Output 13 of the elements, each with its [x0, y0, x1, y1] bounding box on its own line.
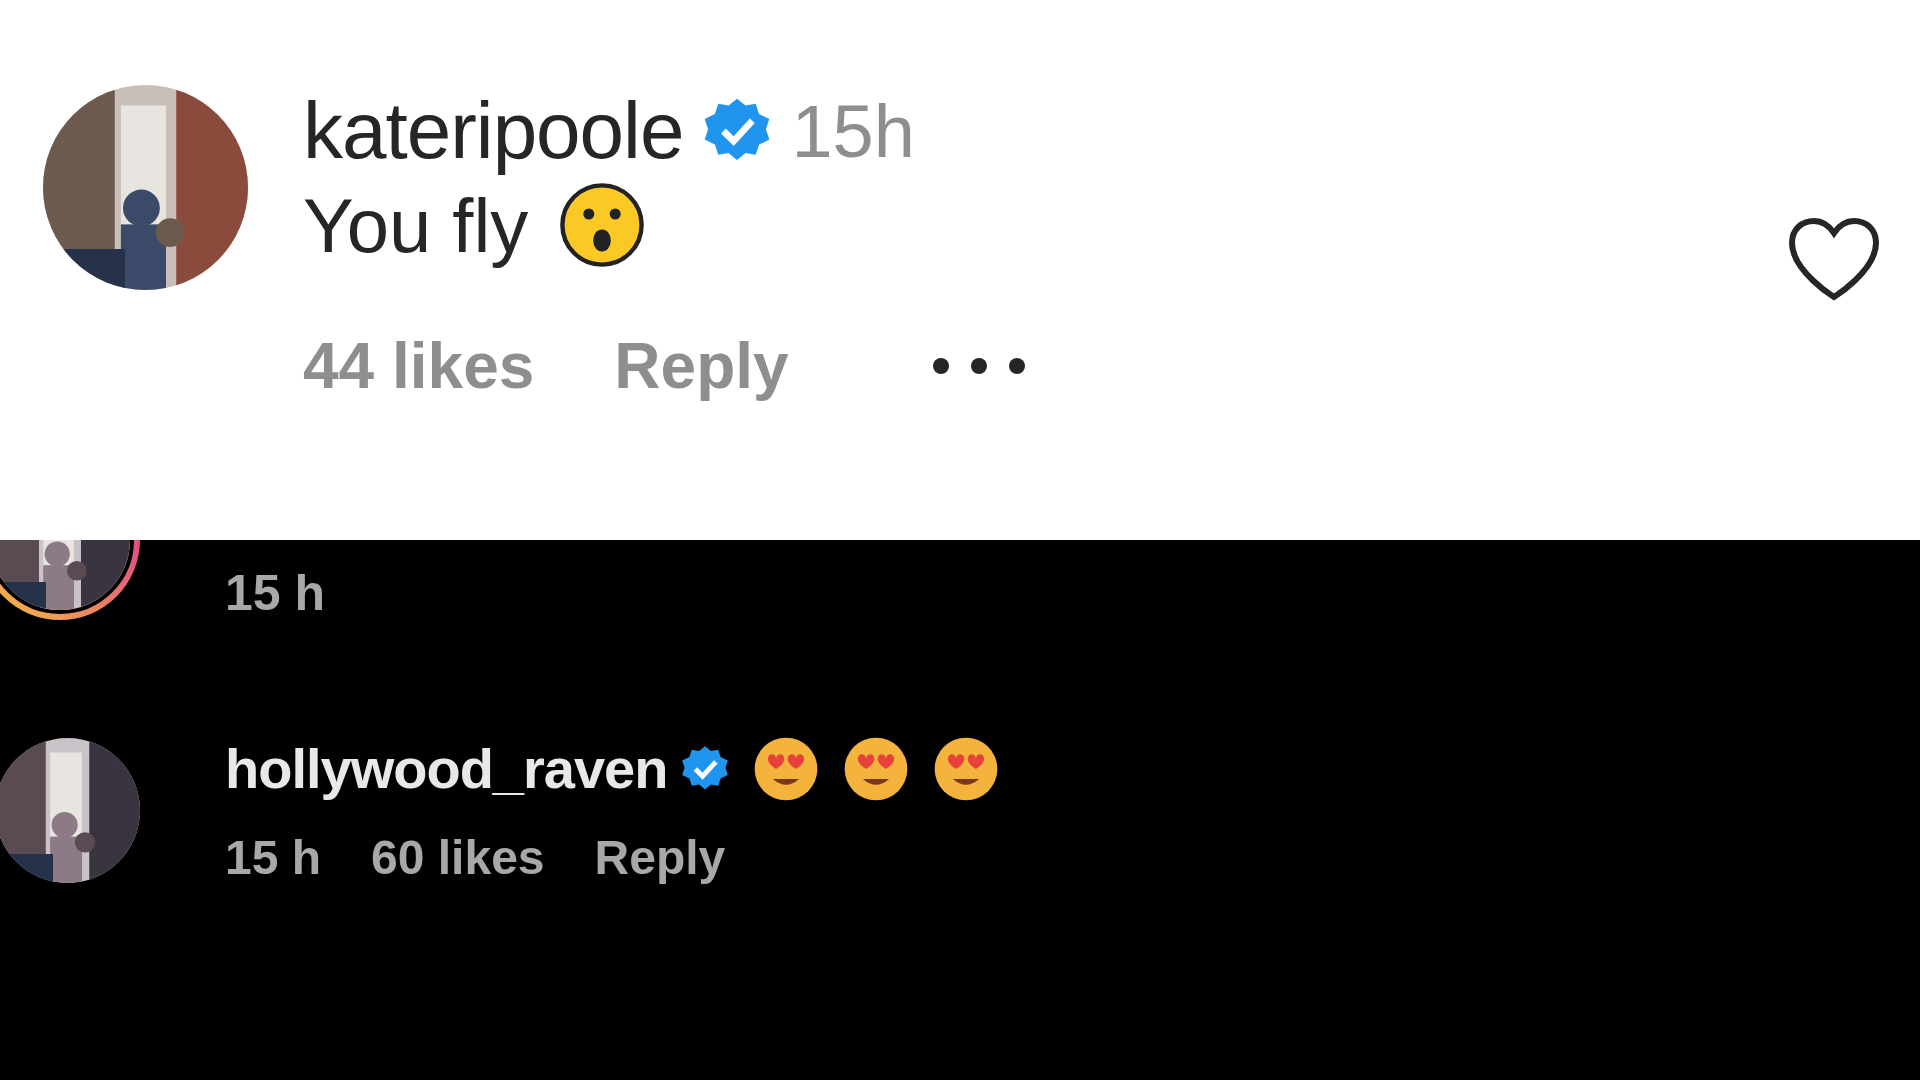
heart-eyes-face-icon [753, 735, 820, 802]
timestamp: 15h [791, 88, 915, 174]
timestamp: 15 h [225, 564, 326, 622]
likes-count[interactable]: 60 likes [371, 829, 545, 885]
heart-eyes-face-icon [843, 735, 910, 802]
username[interactable]: hollywood_raven [225, 736, 668, 801]
username[interactable]: kateripoole [303, 85, 684, 177]
surprised-face-icon [558, 181, 647, 269]
like-heart-icon[interactable] [1786, 215, 1882, 303]
reply-button[interactable]: Reply [594, 829, 726, 885]
timestamp: 15 h [225, 829, 322, 885]
heart-eyes-face-icon [933, 735, 1000, 802]
comment-text: You fly [303, 181, 529, 269]
